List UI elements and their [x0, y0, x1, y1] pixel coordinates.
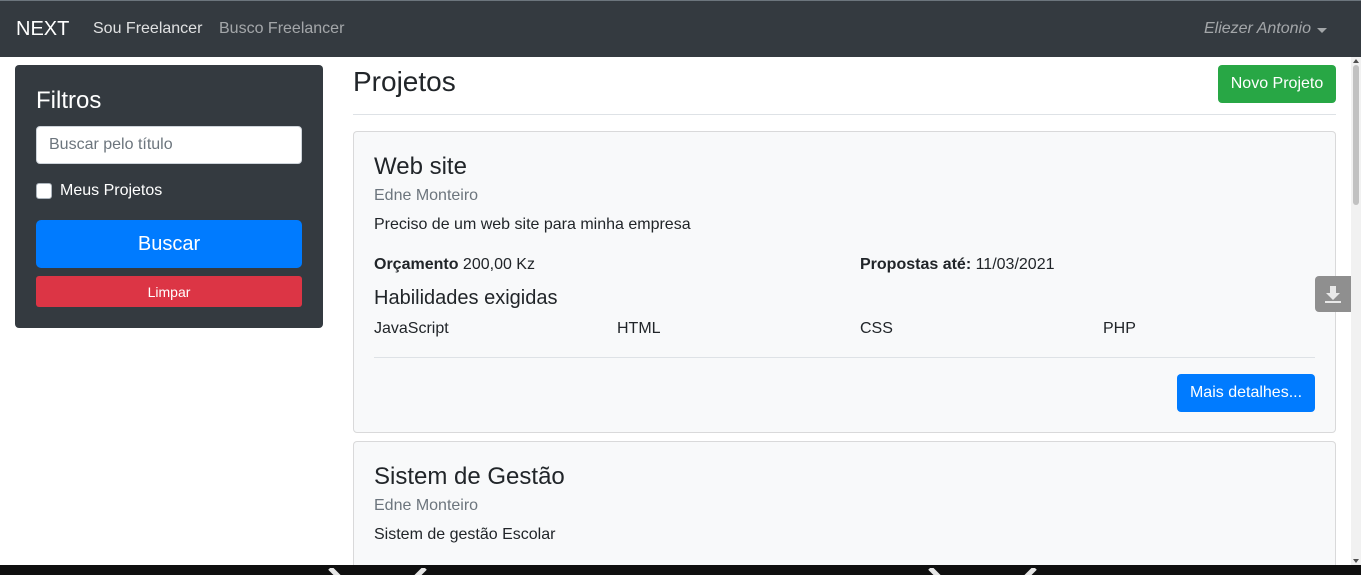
project-title: Web site	[374, 153, 467, 180]
skill-item: PHP	[1103, 320, 1136, 337]
download-icon	[1325, 286, 1341, 303]
project-author: Edne Monteiro	[374, 187, 479, 204]
project-card: Web site Edne Monteiro Preciso de um web…	[353, 131, 1336, 433]
my-projects-checkbox[interactable]	[36, 183, 52, 199]
scroll-thumb[interactable]	[1353, 65, 1359, 205]
nav-link-busco-freelancer[interactable]: Busco Freelancer	[219, 20, 344, 38]
filters-title: Filtros	[36, 87, 102, 114]
page-title: Projetos	[353, 66, 456, 97]
caret-down-icon	[1317, 27, 1327, 33]
deadline-label: Propostas até:	[860, 256, 972, 273]
brand-logo[interactable]: NEXT	[16, 18, 69, 41]
project-description: Sistem de gestão Escolar	[374, 526, 556, 543]
clear-button[interactable]: Limpar	[36, 276, 302, 307]
background-pattern-icon	[328, 566, 1037, 575]
project-title: Sistem de Gestão	[374, 463, 565, 490]
scroll-down-arrow-icon[interactable]	[1353, 559, 1359, 563]
user-name: Eliezer Antonio	[1203, 20, 1311, 37]
deadline-value: 11/03/2021	[975, 256, 1055, 273]
header-divider	[353, 114, 1336, 115]
more-details-button[interactable]: Mais detalhes...	[1177, 374, 1315, 412]
filters-panel: Filtros Meus Projetos Buscar Limpar	[15, 65, 323, 328]
vertical-scrollbar[interactable]	[1351, 57, 1361, 565]
new-project-button[interactable]: Novo Projeto	[1218, 65, 1336, 103]
scroll-up-arrow-icon[interactable]	[1353, 59, 1359, 63]
budget-label: Orçamento	[374, 256, 459, 273]
skills-title: Habilidades exigidas	[374, 287, 558, 309]
project-card: Sistem de Gestão Edne Monteiro Sistem de…	[353, 441, 1336, 575]
project-author: Edne Monteiro	[374, 497, 479, 514]
project-budget: Orçamento 200,00 Kz	[374, 256, 535, 274]
skill-item: JavaScript	[374, 320, 449, 337]
nav-link-sou-freelancer[interactable]: Sou Freelancer	[93, 20, 202, 38]
download-widget[interactable]	[1315, 276, 1351, 312]
search-button[interactable]: Buscar	[36, 220, 302, 268]
bottom-background-strip	[0, 565, 1361, 575]
budget-value: 200,00 Kz	[462, 256, 535, 273]
project-description: Preciso de um web site para minha empres…	[374, 216, 691, 233]
my-projects-filter[interactable]: Meus Projetos	[36, 182, 162, 200]
card-divider	[374, 357, 1315, 358]
user-menu[interactable]: Eliezer Antonio	[1204, 20, 1327, 38]
navbar: NEXT Sou Freelancer Busco Freelancer Eli…	[0, 0, 1361, 57]
skill-item: HTML	[617, 320, 661, 337]
project-deadline: Propostas até: 11/03/2021	[860, 256, 1054, 274]
search-title-input[interactable]	[36, 126, 302, 164]
my-projects-label: Meus Projetos	[60, 182, 163, 199]
skill-item: CSS	[860, 320, 893, 337]
